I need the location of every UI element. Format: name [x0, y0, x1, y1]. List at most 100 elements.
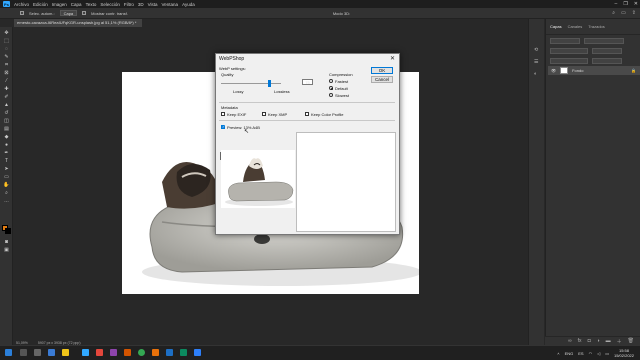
history-panel-icon[interactable]: ⟲: [534, 47, 538, 53]
history-brush-tool-icon[interactable]: ↺: [3, 110, 10, 116]
app-purple-icon[interactable]: [110, 349, 117, 356]
menu-ayuda[interactable]: Ayuda: [182, 2, 195, 7]
transform-controls-checkbox[interactable]: [82, 11, 87, 15]
zoom-tool-icon[interactable]: ⌕: [3, 190, 10, 196]
task-view-icon[interactable]: [34, 349, 41, 356]
tab-capas[interactable]: Capas: [550, 24, 562, 29]
lock-buttons[interactable]: [550, 58, 588, 64]
crop-tool-icon[interactable]: ⌗: [3, 62, 10, 68]
brush-tool-icon[interactable]: ✐: [3, 94, 10, 100]
quality-slider-thumb[interactable]: [268, 80, 271, 87]
search-taskbar-icon[interactable]: [20, 349, 27, 356]
screen-mode-icon[interactable]: ▣: [3, 247, 10, 253]
compression-slowest-radio[interactable]: [329, 93, 333, 97]
tab-trazados[interactable]: Trazados: [588, 24, 605, 29]
mask-icon[interactable]: ◘: [588, 338, 591, 344]
maximize-button[interactable]: ❐: [623, 1, 627, 7]
blend-mode-dropdown[interactable]: [550, 48, 588, 54]
volume-icon[interactable]: ◁: [597, 351, 600, 356]
adjust-icon[interactable]: ◑: [597, 338, 600, 344]
blur-tool-icon[interactable]: ◆: [3, 134, 10, 140]
fx-icon[interactable]: fx: [578, 338, 582, 344]
workspace-icon[interactable]: ▭: [621, 10, 626, 16]
widgets-icon[interactable]: [48, 349, 55, 356]
trash-icon[interactable]: 🗑: [628, 338, 634, 344]
app-icon[interactable]: [152, 349, 159, 356]
menu-edicion[interactable]: Edición: [33, 2, 48, 7]
menu-ventana[interactable]: Ventana: [162, 2, 179, 7]
tray-chevron-icon[interactable]: ˄: [557, 351, 559, 356]
photoshop-logo-icon[interactable]: Ps: [3, 1, 10, 7]
new-layer-icon[interactable]: ＋: [617, 338, 622, 345]
pen-tool-icon[interactable]: ✒: [3, 150, 10, 156]
minimize-button[interactable]: –: [615, 1, 618, 7]
search-icon[interactable]: ⌕: [612, 10, 615, 16]
compression-default-radio[interactable]: [329, 86, 333, 90]
clock[interactable]: 15:58 15/02/2022: [614, 348, 634, 358]
keep-xmp-checkbox[interactable]: [262, 112, 266, 116]
more-tools-icon[interactable]: …: [3, 198, 10, 204]
compression-fastest-radio[interactable]: [329, 79, 333, 83]
layer-select-dropdown[interactable]: Capa: [59, 10, 78, 16]
folder-icon[interactable]: ▬: [606, 338, 611, 344]
close-window-button[interactable]: ✕: [634, 1, 638, 7]
keep-exif-checkbox[interactable]: [221, 112, 225, 116]
preview-checkbox[interactable]: [221, 124, 225, 129]
hand-tool-icon[interactable]: ✋: [3, 182, 10, 188]
eraser-tool-icon[interactable]: ◫: [3, 118, 10, 124]
file-explorer-icon[interactable]: [62, 349, 69, 356]
background-color-swatch[interactable]: [5, 228, 11, 234]
language-indicator[interactable]: ENG: [565, 351, 574, 356]
layer-filter-icons[interactable]: [584, 38, 624, 44]
menu-texto[interactable]: Texto: [86, 2, 97, 7]
quick-mask-icon[interactable]: ◙: [3, 239, 10, 245]
preview-panel[interactable]: [296, 132, 396, 232]
app-red-icon[interactable]: [96, 349, 103, 356]
menu-3d[interactable]: 3D: [138, 2, 144, 7]
lasso-tool-icon[interactable]: ◌: [3, 46, 10, 52]
stamp-tool-icon[interactable]: ▲: [3, 102, 10, 108]
chrome-icon[interactable]: [138, 349, 145, 356]
app-icon-2[interactable]: [194, 349, 201, 356]
move-tool-icon[interactable]: ✥: [3, 30, 10, 36]
quick-select-tool-icon[interactable]: ✎: [3, 54, 10, 60]
layer-row-fondo[interactable]: 👁 Fondo 🔒: [548, 66, 640, 75]
eye-icon[interactable]: 👁: [551, 68, 556, 73]
auto-select-checkbox[interactable]: [20, 11, 24, 15]
battery-icon[interactable]: ▭: [605, 351, 609, 356]
path-select-tool-icon[interactable]: ➤: [3, 166, 10, 172]
adjustments-panel-icon[interactable]: ◐: [534, 71, 537, 77]
opacity-field[interactable]: [592, 48, 622, 54]
wifi-icon[interactable]: ◠: [589, 351, 593, 356]
menu-capa[interactable]: Capa: [71, 2, 82, 7]
photoshop-taskbar-icon[interactable]: [82, 349, 89, 356]
menu-filtro[interactable]: Filtro: [124, 2, 134, 7]
marquee-tool-icon[interactable]: ⬚: [3, 38, 10, 44]
dialog-close-button[interactable]: ✕: [390, 55, 395, 62]
app-green-icon[interactable]: [180, 349, 187, 356]
shape-tool-icon[interactable]: ▭: [3, 174, 10, 180]
gradient-tool-icon[interactable]: ▤: [3, 126, 10, 132]
windows-start-icon[interactable]: [5, 349, 12, 356]
menu-seleccion[interactable]: Selección: [100, 2, 120, 7]
document-tab[interactable]: ernesto-cavazoa-I6ReaIUFqKGR-unsplash.jp…: [14, 19, 142, 27]
app-blue-icon[interactable]: [166, 349, 173, 356]
fill-field[interactable]: [592, 58, 622, 64]
menu-vista[interactable]: Vista: [148, 2, 158, 7]
frame-tool-icon[interactable]: ⊠: [3, 70, 10, 76]
eyedropper-tool-icon[interactable]: ⁄: [3, 78, 10, 84]
menu-archivo[interactable]: Archivo: [14, 2, 29, 7]
properties-panel-icon[interactable]: ☰: [534, 59, 538, 65]
healing-tool-icon[interactable]: ✚: [3, 86, 10, 92]
share-icon[interactable]: ⇪: [632, 10, 636, 16]
link-icon[interactable]: ∞: [568, 338, 572, 344]
ok-button[interactable]: OK: [371, 67, 393, 74]
tab-canales[interactable]: Canales: [568, 24, 583, 29]
menu-imagen[interactable]: Imagen: [52, 2, 67, 7]
layer-kind-filter[interactable]: [550, 38, 580, 44]
cancel-button[interactable]: Cancel: [371, 76, 393, 83]
dodge-tool-icon[interactable]: ●: [3, 142, 10, 148]
app-orange-icon[interactable]: [124, 349, 131, 356]
quality-slider-track[interactable]: [221, 83, 281, 84]
quality-value-field[interactable]: 75: [302, 79, 313, 85]
